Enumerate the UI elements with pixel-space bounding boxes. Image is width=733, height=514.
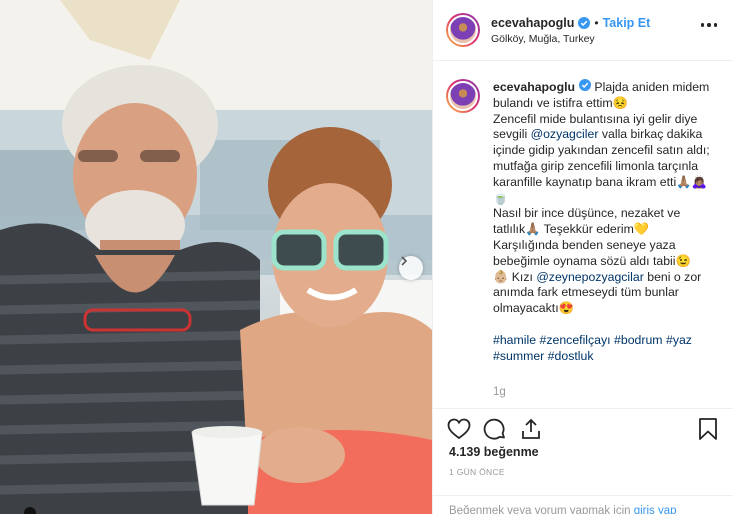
caption-avatar[interactable]: [446, 79, 480, 113]
avatar[interactable]: [446, 13, 480, 47]
heart-icon[interactable]: [446, 416, 472, 442]
chevron-right-icon: [401, 256, 408, 266]
caption-item: ecevahapoglu Plajda aniden midem bulandı…: [446, 79, 719, 364]
hashtag-link[interactable]: #summer: [493, 349, 544, 363]
mention-link[interactable]: @zeynepozyagcilar: [536, 270, 644, 284]
caption-username[interactable]: ecevahapoglu: [493, 80, 575, 94]
post-photo-illustration: [0, 0, 432, 514]
hashtag-link[interactable]: #bodrum: [614, 333, 663, 347]
carousel-dot-indicator: [24, 507, 36, 514]
carousel-next-button[interactable]: [399, 256, 423, 280]
more-options-icon[interactable]: [700, 23, 717, 27]
caption-body: Plajda aniden midem bulandı ve istifra e…: [493, 80, 710, 363]
mention-link[interactable]: @ozyagciler: [531, 127, 599, 141]
follow-button[interactable]: Takip Et: [603, 16, 651, 30]
caption-text-segment: valla birkaç dakika içinde gidip yakında…: [493, 127, 710, 284]
comment-bubble-icon[interactable]: [482, 416, 508, 442]
hashtag-link[interactable]: #zencefilçayı: [540, 333, 611, 347]
post-header: ecevahapoglu • Takip Et Gölköy, Muğla, T…: [433, 0, 733, 61]
share-arrow-icon[interactable]: [518, 416, 544, 442]
caption-text: ecevahapoglu Plajda aniden midem bulandı…: [493, 79, 711, 364]
post-photo[interactable]: [0, 0, 432, 514]
separator-dot: •: [594, 15, 599, 30]
likes-count[interactable]: 4.139 beğenme: [449, 445, 539, 459]
caption-age: 1g: [493, 386, 506, 398]
hashtag-link[interactable]: #hamile: [493, 333, 536, 347]
hashtag-link[interactable]: #yaz: [666, 333, 692, 347]
action-bar: [433, 408, 733, 448]
login-link[interactable]: giriş yap: [634, 505, 677, 514]
verified-badge-icon: [579, 79, 592, 91]
hashtag-link[interactable]: #dostluk: [548, 349, 594, 363]
login-prompt: Beğenmek veya yorum yapmak için giriş ya…: [433, 495, 733, 514]
verified-badge-icon: [578, 16, 591, 29]
location-link[interactable]: Gölköy, Muğla, Turkey: [491, 33, 650, 45]
comments-section: ecevahapoglu Plajda aniden midem bulandı…: [433, 61, 733, 401]
bookmark-icon[interactable]: [695, 416, 721, 442]
post-timestamp: 1 GÜN ÖNCE: [449, 467, 505, 477]
login-prompt-text: Beğenmek veya yorum yapmak için: [449, 505, 634, 514]
post-side-panel: ecevahapoglu • Takip Et Gölköy, Muğla, T…: [432, 0, 733, 514]
header-username[interactable]: ecevahapoglu: [491, 16, 574, 30]
